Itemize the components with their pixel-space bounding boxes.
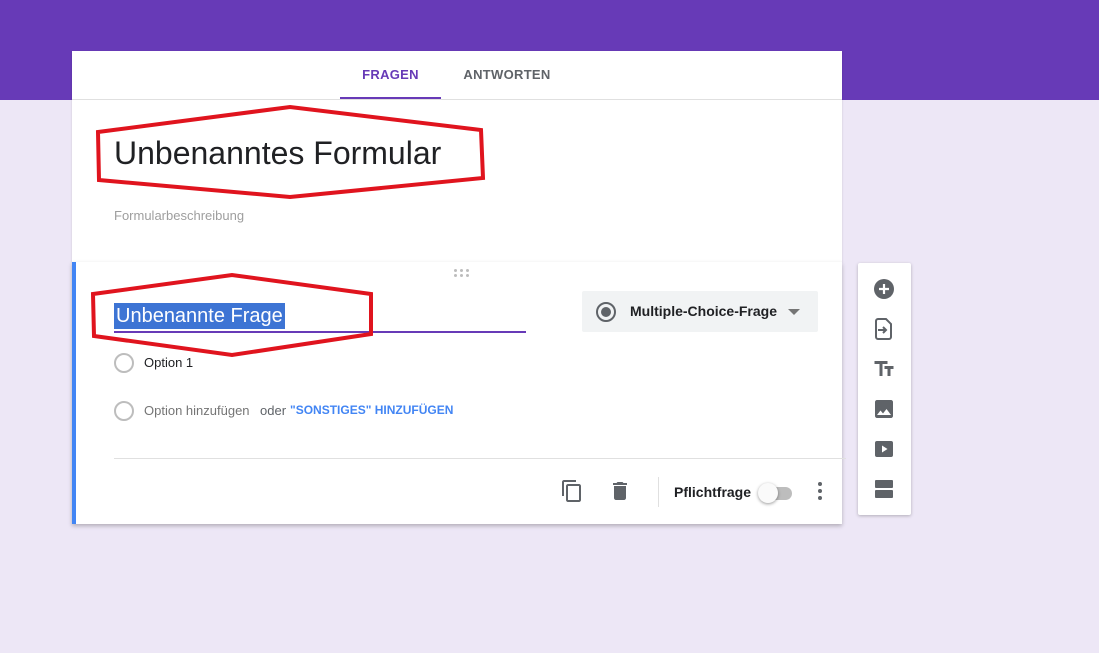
video-icon[interactable] — [872, 437, 896, 461]
required-label: Pflichtfrage — [674, 484, 752, 500]
title-text-icon[interactable] — [872, 357, 896, 381]
tab-bar: FRAGEN ANTWORTEN — [72, 51, 842, 100]
import-question-icon[interactable] — [872, 317, 896, 341]
question-card[interactable]: Unbenannte Frage Multiple-Choice-Frage O… — [72, 262, 846, 524]
add-option-radio-icon — [114, 401, 134, 421]
image-icon[interactable] — [872, 397, 896, 421]
question-title-field[interactable]: Unbenannte Frage — [114, 303, 526, 333]
divider — [114, 458, 846, 459]
drag-handle-icon[interactable] — [454, 269, 472, 279]
tab-antworten[interactable]: ANTWORTEN — [452, 51, 562, 99]
option-radio-icon — [114, 353, 134, 373]
question-title-text[interactable]: Unbenannte Frage — [114, 303, 285, 329]
or-text: oder — [260, 403, 287, 418]
toggle-knob — [758, 483, 778, 503]
separator — [658, 477, 659, 507]
form-title[interactable]: Unbenanntes Formular — [114, 135, 441, 172]
form-description-field[interactable]: Formularbeschreibung — [114, 208, 244, 223]
section-icon[interactable] — [872, 477, 896, 501]
add-question-icon[interactable] — [872, 277, 896, 301]
radio-button-icon — [596, 302, 616, 322]
duplicate-icon[interactable] — [560, 479, 584, 503]
add-option-field[interactable]: Option hinzufügen — [144, 403, 250, 418]
more-options-icon[interactable] — [808, 479, 832, 503]
side-toolbar — [858, 263, 911, 515]
required-toggle[interactable] — [758, 483, 794, 503]
form-header-card: FRAGEN ANTWORTEN Unbenanntes Formular Fo… — [72, 51, 842, 262]
question-type-label: Multiple-Choice-Frage — [630, 303, 778, 319]
question-type-dropdown[interactable]: Multiple-Choice-Frage — [582, 291, 818, 332]
option-1-field[interactable]: Option 1 — [144, 355, 193, 370]
dropdown-arrow-icon — [788, 309, 800, 315]
tab-fragen[interactable]: FRAGEN — [340, 51, 441, 99]
add-other-link[interactable]: "SONSTIGES" HINZUFÜGEN — [290, 403, 453, 417]
delete-icon[interactable] — [608, 479, 632, 503]
